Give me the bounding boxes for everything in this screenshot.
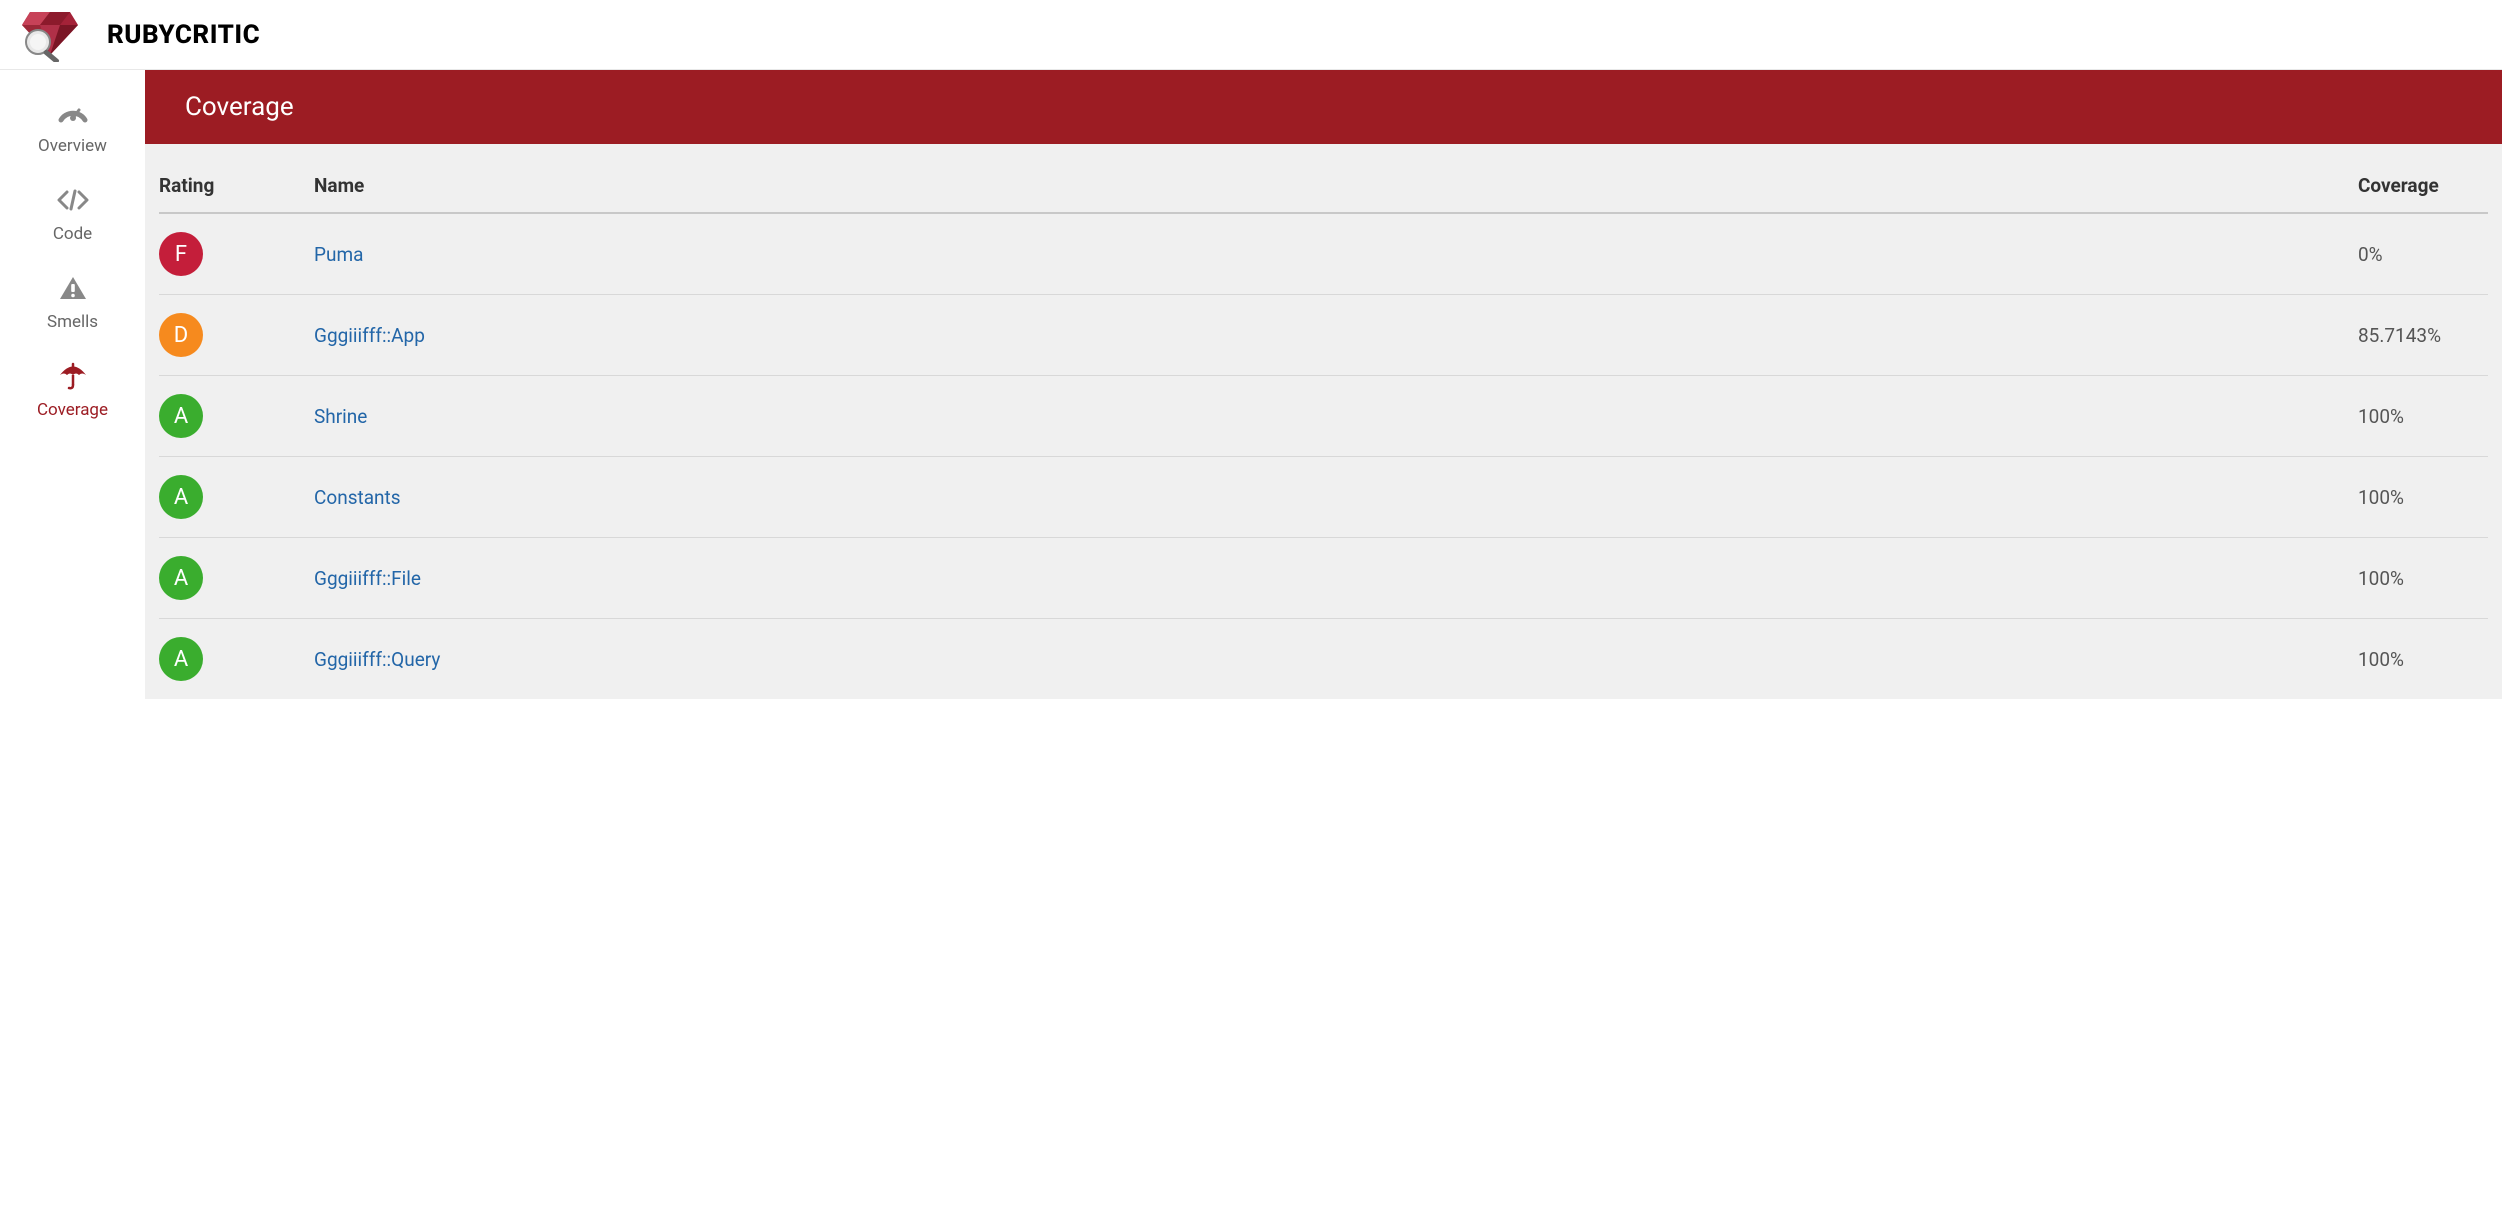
cell-rating: A — [159, 394, 314, 438]
warning-icon — [57, 274, 89, 302]
cell-coverage: 100% — [2358, 567, 2488, 590]
table-row: A Constants 100% — [159, 457, 2488, 538]
app-header: RUBYCRITIC — [0, 0, 2502, 70]
table-row: A Gggiiifff::File 100% — [159, 538, 2488, 619]
table-row: D Gggiiifff::App 85.7143% — [159, 295, 2488, 376]
umbrella-icon — [57, 362, 89, 390]
sidebar-item-label: Overview — [38, 136, 107, 156]
cell-name: Gggiiifff::App — [314, 324, 2358, 347]
ruby-logo-icon — [20, 7, 85, 62]
app-title: RUBYCRITIC — [107, 20, 260, 50]
table-body: FPuma0%DGggiiifff::App85.7143%AShrine100… — [159, 214, 2488, 699]
table-row: F Puma 0% — [159, 214, 2488, 295]
column-header-rating[interactable]: Rating — [159, 174, 314, 197]
table-header: Rating Name Coverage — [159, 166, 2488, 214]
rating-badge: D — [159, 313, 203, 357]
cell-name: Constants — [314, 486, 2358, 509]
coverage-table: Rating Name Coverage FPuma0%DGggiiifff::… — [159, 166, 2488, 699]
class-link[interactable]: Puma — [314, 243, 363, 266]
cell-rating: A — [159, 637, 314, 681]
rating-badge: A — [159, 475, 203, 519]
cell-name: Shrine — [314, 405, 2358, 428]
column-header-coverage[interactable]: Coverage — [2358, 174, 2488, 197]
cell-rating: D — [159, 313, 314, 357]
sidebar-item-label: Code — [53, 224, 92, 244]
sidebar-item-label: Coverage — [37, 400, 108, 420]
cell-coverage: 0% — [2358, 243, 2488, 266]
logo-area[interactable]: RUBYCRITIC — [20, 7, 260, 62]
cell-coverage: 85.7143% — [2358, 324, 2488, 347]
gauge-icon — [57, 98, 89, 126]
sidebar-item-code[interactable]: Code — [0, 168, 145, 256]
class-link[interactable]: Gggiiifff::Query — [314, 648, 440, 671]
sidebar-item-smells[interactable]: Smells — [0, 256, 145, 344]
rating-badge: A — [159, 637, 203, 681]
rating-badge: A — [159, 556, 203, 600]
sidebar-item-label: Smells — [47, 312, 98, 332]
code-icon — [57, 186, 89, 214]
table-row: A Shrine 100% — [159, 376, 2488, 457]
cell-rating: A — [159, 556, 314, 600]
table-row: A Gggiiifff::Query 100% — [159, 619, 2488, 699]
column-header-name[interactable]: Name — [314, 174, 2358, 197]
class-link[interactable]: Gggiiifff::App — [314, 324, 425, 347]
cell-coverage: 100% — [2358, 648, 2488, 671]
page-title: Coverage — [145, 70, 2502, 144]
class-link[interactable]: Shrine — [314, 405, 367, 428]
cell-coverage: 100% — [2358, 486, 2488, 509]
main-content: Coverage Rating Name Coverage F Puma 0% D Gg… — [145, 70, 2502, 699]
sidebar-item-coverage[interactable]: Coverage — [0, 344, 145, 432]
sidebar: Overview Code Smells — [0, 70, 145, 699]
cell-rating: A — [159, 475, 314, 519]
cell-name: Puma — [314, 243, 2358, 266]
cell-rating: F — [159, 232, 314, 276]
class-link[interactable]: Gggiiifff::File — [314, 567, 421, 590]
cell-coverage: 100% — [2358, 405, 2488, 428]
sidebar-item-overview[interactable]: Overview — [0, 80, 145, 168]
class-link[interactable]: Constants — [314, 486, 401, 509]
rating-badge: A — [159, 394, 203, 438]
cell-name: Gggiiifff::Query — [314, 648, 2358, 671]
rating-badge: F — [159, 232, 203, 276]
cell-name: Gggiiifff::File — [314, 567, 2358, 590]
